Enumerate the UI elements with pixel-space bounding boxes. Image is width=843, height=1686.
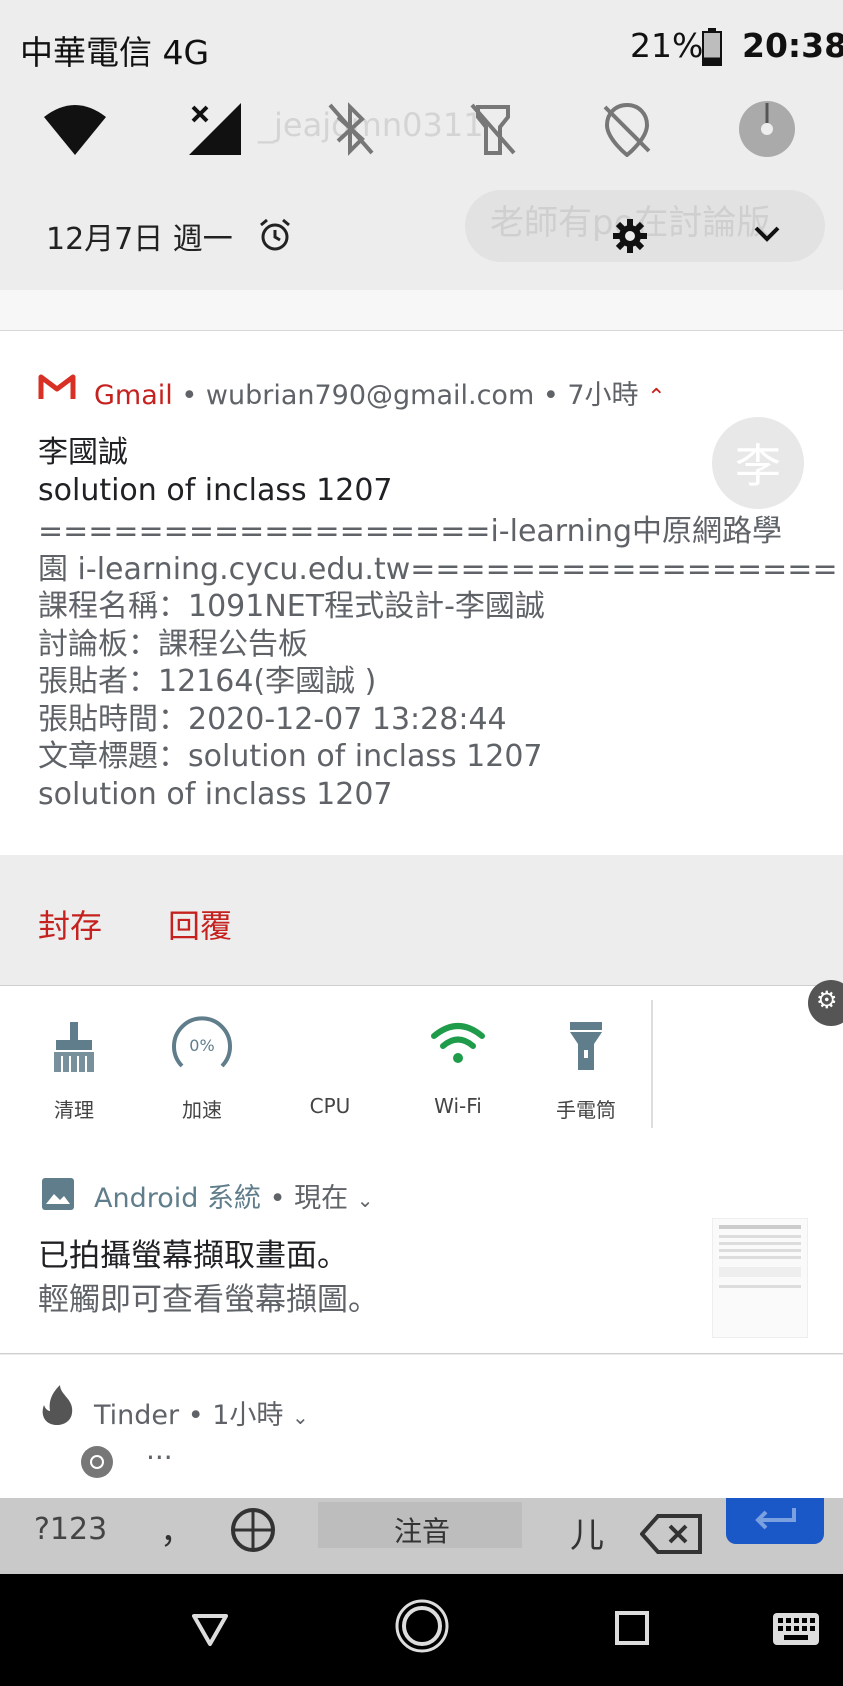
speed-up-button[interactable]: 0% 加速 (138, 986, 266, 1136)
widget-settings-gear-icon[interactable]: ⚙ (808, 980, 843, 1026)
wifi-icon (44, 105, 106, 155)
key-comma: ， (160, 1512, 194, 1552)
location-tile[interactable] (592, 94, 662, 164)
android-app-name: Android 系統 (94, 1183, 261, 1214)
wifi-widget-button[interactable]: Wi-Fi (394, 986, 522, 1136)
expand-chevron-down-icon[interactable]: ⌄ (357, 1188, 374, 1212)
clean-button[interactable]: 清理 (10, 986, 138, 1136)
key-er: 儿 (570, 1516, 604, 1556)
clock: 20:38 (742, 26, 843, 65)
email-body-line: solution of inclass 1207 (38, 776, 393, 812)
screenshot-notification[interactable]: Android 系統 • 現在 ⌄ 已拍攝螢幕擷取畫面。 輕觸即可查看螢幕擷圖。 (0, 1138, 843, 1354)
email-body-line: 文章標題：solution of inclass 1207 (38, 739, 543, 774)
expand-chevron-down-icon[interactable] (752, 222, 782, 250)
separator-dot: • (181, 380, 206, 411)
separator-dot: • (187, 1400, 213, 1431)
divider (651, 1000, 653, 1128)
gmail-time: 7小時 (567, 380, 639, 411)
recents-square-icon[interactable] (614, 1610, 650, 1646)
email-body-line: 園 i-learning.cycu.edu.tw================… (38, 551, 838, 587)
archive-button[interactable]: 封存 (38, 901, 102, 947)
flashlight-tile[interactable] (458, 94, 528, 164)
date-label: 12月7日 週一 (46, 222, 233, 257)
flashlight-widget-button[interactable]: 手電筒 (522, 986, 650, 1136)
wifi-tile[interactable] (40, 94, 110, 164)
more-dots[interactable]: ··· (146, 1441, 173, 1474)
separator-dot: • (269, 1183, 295, 1214)
sender-avatar: 李 (712, 417, 804, 509)
broom-icon (54, 1022, 94, 1072)
android-time: 現在 (294, 1183, 349, 1214)
back-triangle-icon[interactable] (190, 1612, 230, 1648)
wifi-icon (431, 1023, 485, 1063)
screenshot-title: 已拍攝螢幕擷取畫面。 (38, 1238, 348, 1274)
separator-dot: • (542, 380, 568, 411)
email-body-line: 張貼時間：2020-12-07 13:28:44 (38, 701, 507, 737)
image-icon (42, 1178, 74, 1214)
email-body-line: 討論板：課程公告板 (38, 626, 308, 662)
wifi-label: Wi-Fi (434, 1094, 482, 1118)
disc-icon (739, 101, 795, 157)
email-body-line: 課程名稱：1091NET程式設計-李國誠 (38, 589, 545, 624)
enter-key (726, 1498, 824, 1544)
reply-button[interactable]: 回覆 (168, 901, 232, 947)
battery-icon (702, 28, 722, 70)
key-123: ?123 (34, 1512, 108, 1547)
auto-rotate-tile[interactable] (732, 94, 802, 164)
alarm-icon (258, 218, 292, 256)
cleaner-widget: ⚙ 清理 0% 加速 CPU Wi-Fi 手電筒 (0, 980, 843, 1139)
signal-off-icon (189, 103, 241, 155)
email-body: ==================i-learning中原網路學 園 i-le… (38, 513, 838, 813)
carrier-label: 中華電信 4G (20, 33, 210, 72)
speed-label: 加速 (182, 1098, 222, 1122)
quick-settings-panel: 中華電信 4G 21% 20:38 _jeajomn0311 12月7日 週一 (0, 0, 843, 290)
email-subject: solution of inclass 1207 (38, 473, 393, 508)
mobile-data-tile[interactable] (180, 94, 250, 164)
gmail-account: wubrian790@gmail.com (205, 380, 535, 411)
keyboard-switch-icon[interactable] (772, 1612, 820, 1646)
chrome-icon (80, 1445, 114, 1483)
gmail-notification[interactable]: Gmail • wubrian790@gmail.com • 7小時 ⌃ 李 李… (0, 330, 843, 856)
flashlight-icon (570, 1022, 602, 1070)
screenshot-text: 輕觸即可查看螢幕擷圖。 (38, 1282, 379, 1318)
settings-gear-icon[interactable] (612, 218, 648, 258)
location-off-icon (603, 102, 651, 157)
cpu-label: CPU (309, 1094, 351, 1118)
keyboard-ghost: ?123 ， 注音 儿 (0, 1498, 843, 1574)
space-key-label: 注音 (394, 1515, 451, 1548)
screenshot-thumbnail (712, 1218, 808, 1338)
backspace-icon (639, 1514, 702, 1558)
sender-name: 李國誠 (38, 435, 128, 470)
bluetooth-tile[interactable] (316, 94, 386, 164)
flashlight-label: 手電筒 (556, 1098, 616, 1122)
battery-percent: 21% (630, 26, 704, 65)
flashlight-off-icon (470, 103, 516, 155)
cpu-button[interactable]: CPU (266, 986, 394, 1136)
clean-label: 清理 (54, 1098, 94, 1122)
tinder-app-name: Tinder (94, 1400, 180, 1431)
globe-icon (228, 1508, 278, 1556)
divider (0, 290, 843, 330)
speed-value: 0% (189, 1036, 215, 1055)
avatar-letter: 李 (735, 439, 781, 493)
tinder-time: 1小時 (212, 1400, 284, 1431)
tinder-notification[interactable]: Tinder • 1小時 ⌄ ··· (0, 1355, 843, 1498)
gmail-logo-icon (38, 373, 76, 405)
bluetooth-off-icon (328, 102, 374, 156)
email-body-line: ==================i-learning中原網路學 (38, 514, 783, 549)
flame-icon (40, 1385, 74, 1429)
gmail-actions-bar: 封存 回覆 (0, 855, 843, 985)
navigation-bar (0, 1574, 843, 1686)
expand-chevron-down-icon[interactable]: ⌄ (292, 1405, 309, 1429)
email-body-line: 張貼者：12164(李國誠 ) (38, 664, 377, 699)
home-circle-icon[interactable] (394, 1598, 450, 1654)
collapse-chevron-up-icon[interactable]: ⌃ (647, 385, 665, 410)
gmail-app-name: Gmail (94, 380, 173, 411)
